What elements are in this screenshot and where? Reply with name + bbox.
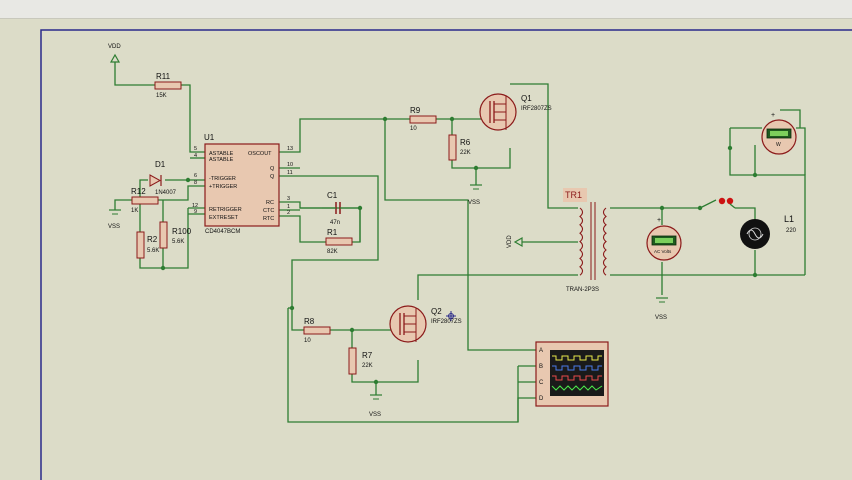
spst-switch[interactable] <box>697 197 736 211</box>
schematic-canvas[interactable]: VDD VSS VSS VSS VSS VDD U1 CD4047BCM AST… <box>0 0 852 480</box>
wattmeter[interactable]: W + <box>761 112 797 155</box>
svg-text:A: A <box>539 348 543 354</box>
svg-text:D: D <box>539 396 544 402</box>
svg-text:+: + <box>771 112 775 119</box>
q1-mosfet[interactable]: Q1 IRF2807ZS <box>479 93 552 131</box>
svg-text:CD4047BCM: CD4047BCM <box>205 229 240 235</box>
proteus-schematic-window: VDD VSS VSS VSS VSS VDD U1 CD4047BCM AST… <box>0 0 852 480</box>
vss-left-symbol[interactable]: VSS <box>108 209 121 230</box>
vss-meter-symbol[interactable]: VSS <box>655 297 668 321</box>
svg-text:C1: C1 <box>327 191 338 200</box>
svg-text:VSS: VSS <box>369 412 381 418</box>
oscilloscope[interactable]: A B C D <box>535 341 609 407</box>
u1-cd4047[interactable]: U1 CD4047BCM ASTABLE ASTABLE -TRIGGER +T… <box>192 133 293 235</box>
svg-text:VDD: VDD <box>507 235 513 248</box>
vdd-side-symbol[interactable]: VDD <box>507 235 523 248</box>
svg-text:10: 10 <box>410 126 417 132</box>
svg-text:5.6K: 5.6K <box>147 248 159 254</box>
svg-text:8: 8 <box>194 180 197 186</box>
svg-text:B: B <box>539 364 543 370</box>
svg-text:5: 5 <box>194 146 197 152</box>
svg-text:AC Volts: AC Volts <box>654 249 672 254</box>
svg-text:VSS: VSS <box>655 315 667 321</box>
svg-text:R2: R2 <box>147 235 158 244</box>
svg-text:R9: R9 <box>410 106 421 115</box>
r9-resistor[interactable]: R9 10 <box>409 106 437 132</box>
r100-resistor[interactable]: R100 5.6K <box>159 221 192 249</box>
svg-text:Q: Q <box>270 174 275 180</box>
svg-text:5.6K: 5.6K <box>172 239 184 245</box>
svg-text:EXTRESET: EXTRESET <box>209 215 239 221</box>
svg-text:R12: R12 <box>131 187 146 196</box>
vdd-top-symbol[interactable]: VDD <box>108 44 121 63</box>
svg-text:2: 2 <box>287 210 290 216</box>
svg-text:CTC: CTC <box>263 208 274 214</box>
svg-text:22K: 22K <box>460 150 471 156</box>
svg-text:R7: R7 <box>362 351 373 360</box>
svg-text:82K: 82K <box>327 249 338 255</box>
svg-text:+TRIGGER: +TRIGGER <box>209 184 237 190</box>
svg-text:U1: U1 <box>204 133 215 142</box>
svg-text:OSCOUT: OSCOUT <box>248 151 272 157</box>
svg-text:Q: Q <box>270 166 275 172</box>
svg-text:IRF2807ZS: IRF2807ZS <box>431 319 462 325</box>
svg-text:-TRIGGER: -TRIGGER <box>209 176 236 182</box>
svg-text:R100: R100 <box>172 227 192 236</box>
svg-text:VSS: VSS <box>468 200 480 206</box>
l1-lamp[interactable]: L1 220 <box>740 214 797 249</box>
vss-r6-symbol[interactable]: VSS <box>468 184 482 206</box>
r12-resistor[interactable]: R12 1K <box>131 187 159 214</box>
svg-text:RTC: RTC <box>263 216 274 222</box>
svg-text:L1: L1 <box>784 214 794 224</box>
r1-resistor[interactable]: R1 82K <box>325 228 353 255</box>
svg-text:C: C <box>539 380 544 386</box>
svg-text:RC: RC <box>266 200 274 206</box>
svg-text:VSS: VSS <box>108 224 120 230</box>
wires <box>114 62 806 423</box>
svg-text:TRAN-2P3S: TRAN-2P3S <box>566 287 599 293</box>
r8-resistor[interactable]: R8 10 <box>303 317 331 344</box>
svg-text:ASTABLE: ASTABLE <box>209 157 234 163</box>
svg-text:1N4007: 1N4007 <box>155 190 177 196</box>
r2-resistor[interactable]: R2 5.6K <box>136 231 159 259</box>
svg-text:11: 11 <box>287 170 293 176</box>
svg-text:10: 10 <box>287 162 293 168</box>
svg-text:Q1: Q1 <box>521 94 532 103</box>
svg-text:220: 220 <box>786 228 797 234</box>
tr1-transformer[interactable]: TR1 TRAN-2P3S <box>563 188 607 293</box>
svg-text:15K: 15K <box>156 93 167 99</box>
svg-text:4: 4 <box>194 153 197 159</box>
svg-text:22K: 22K <box>362 363 373 369</box>
d1-diode[interactable]: D1 1N4007 <box>149 160 177 196</box>
svg-text:10: 10 <box>304 338 311 344</box>
svg-text:W: W <box>776 142 781 148</box>
svg-text:3: 3 <box>287 196 290 202</box>
svg-text:13: 13 <box>287 146 293 152</box>
svg-text:TR1: TR1 <box>565 190 582 200</box>
svg-text:RETRIGGER: RETRIGGER <box>209 207 242 213</box>
svg-text:Q2: Q2 <box>431 307 442 316</box>
svg-text:IRF2807ZS: IRF2807ZS <box>521 106 552 112</box>
svg-text:R1: R1 <box>327 228 338 237</box>
svg-text:R6: R6 <box>460 138 471 147</box>
svg-text:9: 9 <box>194 209 197 215</box>
svg-text:D1: D1 <box>155 160 166 169</box>
svg-text:R11: R11 <box>156 72 171 81</box>
svg-text:R8: R8 <box>304 317 315 326</box>
r11-resistor[interactable]: R11 15K <box>154 72 182 99</box>
ac-voltmeter[interactable]: AC Volts + <box>646 217 682 261</box>
vss-r7-symbol[interactable]: VSS <box>369 394 382 418</box>
svg-text:+: + <box>657 217 661 224</box>
svg-text:6: 6 <box>194 173 197 179</box>
svg-text:47n: 47n <box>330 220 340 226</box>
c1-capacitor[interactable]: C1 47n <box>322 191 360 226</box>
r7-resistor[interactable]: R7 22K <box>348 347 373 375</box>
svg-text:VDD: VDD <box>108 44 121 50</box>
svg-text:1K: 1K <box>131 208 138 214</box>
r6-resistor[interactable]: R6 22K <box>448 134 471 161</box>
